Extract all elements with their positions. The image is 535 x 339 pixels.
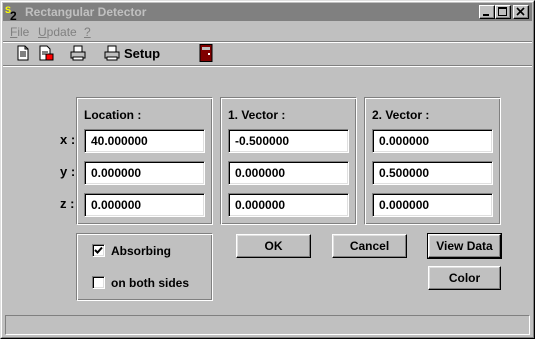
axis-y-label: y : (60, 164, 76, 179)
menu-file-label: ile (17, 25, 30, 39)
axis-z-label: z : (60, 196, 75, 211)
close-icon (516, 7, 525, 16)
menu-help-accel: ? (84, 25, 91, 39)
setup-button[interactable]: Setup (124, 46, 160, 62)
ok-button[interactable]: OK (236, 234, 311, 258)
color-button[interactable]: Color (428, 266, 501, 290)
vector2-y-field[interactable] (372, 161, 493, 185)
checkmark-icon (94, 246, 103, 254)
minimize-icon (483, 14, 489, 16)
print-icon[interactable] (70, 45, 86, 61)
window-title: Rectangular Detector (25, 5, 147, 19)
maximize-button[interactable] (495, 5, 511, 19)
menu-help[interactable]: ? (84, 24, 91, 40)
both-sides-checkbox[interactable] (92, 276, 105, 289)
menu-separator (3, 41, 532, 43)
save-document-icon[interactable] (38, 45, 54, 61)
both-sides-label[interactable]: on both sides (111, 276, 189, 290)
location-z-field[interactable] (84, 193, 205, 217)
menu-update-label: pdate (46, 25, 77, 39)
toolbar-separator (3, 65, 532, 67)
vector2-z-field[interactable] (372, 193, 493, 217)
location-y-field[interactable] (84, 161, 205, 185)
vector2-title: 2. Vector : (372, 108, 430, 122)
minimize-button[interactable] (479, 5, 495, 19)
axis-x-label: x : (60, 132, 76, 147)
print-setup-icon[interactable] (104, 45, 120, 61)
vector1-z-field[interactable] (228, 193, 349, 217)
new-document-icon[interactable] (15, 45, 31, 61)
app-icon[interactable]: S 2 (5, 5, 21, 23)
menu-file[interactable]: File (10, 24, 29, 40)
absorbing-label[interactable]: Absorbing (111, 244, 171, 258)
menu-update-accel: U (38, 25, 47, 39)
vector1-x-field[interactable] (228, 129, 349, 153)
location-x-field[interactable] (84, 129, 205, 153)
svg-text:2: 2 (10, 9, 17, 21)
menu-update[interactable]: Update (38, 24, 77, 40)
vector1-title: 1. Vector : (228, 108, 286, 122)
close-button[interactable] (513, 5, 529, 19)
vector1-y-field[interactable] (228, 161, 349, 185)
vector2-x-field[interactable] (372, 129, 493, 153)
exit-door-icon[interactable] (199, 44, 215, 62)
view-data-button[interactable]: View Data (427, 233, 502, 259)
location-title: Location : (84, 108, 142, 122)
absorbing-checkbox[interactable] (92, 244, 105, 257)
cancel-button[interactable]: Cancel (332, 234, 407, 258)
maximize-icon (498, 7, 507, 16)
status-bar (5, 315, 530, 335)
